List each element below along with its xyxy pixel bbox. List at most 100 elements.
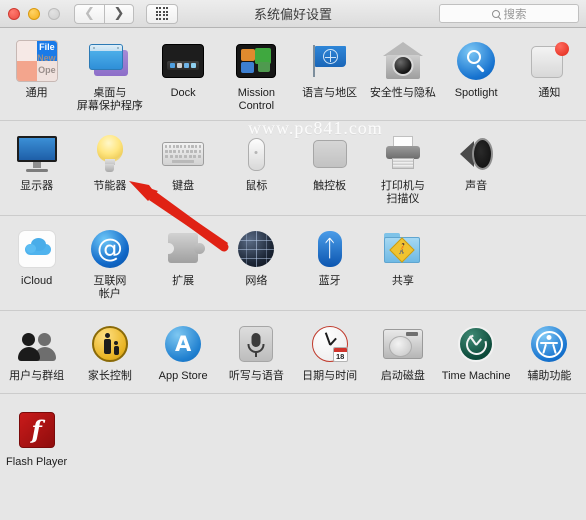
pane-accessibility[interactable]: 辅助功能 xyxy=(513,311,586,393)
notifications-icon xyxy=(527,39,571,83)
pane-label: 网络 xyxy=(245,275,268,287)
mission-control-icon xyxy=(234,39,278,83)
traffic-light-group xyxy=(8,7,60,20)
general-icon: File New Ope xyxy=(15,39,59,83)
pane-sharing[interactable]: 🚶 共享 xyxy=(366,216,439,310)
pane-keyboard[interactable]: 键盘 xyxy=(147,121,220,215)
extensions-icon xyxy=(161,227,206,271)
sound-icon xyxy=(454,132,498,176)
calendar-day-number: 18 xyxy=(335,352,345,361)
pane-sound[interactable]: 声音 xyxy=(440,121,513,215)
pane-label: 通知 xyxy=(538,87,561,99)
pane-mouse[interactable]: 鼠标 xyxy=(220,121,293,215)
pane-startup-disk[interactable]: 启动磁盘 xyxy=(366,311,439,393)
pane-row-2: 显示器 节能器 键盘 鼠标 触控板 打印机与 扫描仪 声音 xyxy=(0,121,586,216)
search-input[interactable]: 搜索 xyxy=(439,4,579,23)
pane-label: 键盘 xyxy=(172,180,195,192)
printers-scanners-icon xyxy=(381,132,425,176)
pane-time-machine[interactable]: Time Machine xyxy=(440,311,513,393)
pane-dictation-speech[interactable]: 听写与语音 xyxy=(220,311,293,393)
flash-player-icon: f xyxy=(15,408,59,452)
pane-extensions[interactable]: 扩展 xyxy=(147,216,220,310)
pane-mission-control[interactable]: Mission Control xyxy=(220,28,293,120)
minimize-button[interactable] xyxy=(28,7,40,20)
startup-disk-icon xyxy=(381,322,425,366)
pane-row-5: f Flash Player xyxy=(0,393,586,485)
pane-label: 启动磁盘 xyxy=(380,370,425,382)
users-groups-icon xyxy=(15,322,59,366)
chevron-left-icon: ❮ xyxy=(84,6,95,21)
pane-flash-player[interactable]: f Flash Player xyxy=(0,394,73,485)
keyboard-icon xyxy=(161,132,205,176)
pane-label: Flash Player xyxy=(6,455,68,468)
pane-label: Spotlight xyxy=(454,87,498,99)
pane-security-privacy[interactable]: 安全性与隐私 xyxy=(366,28,439,120)
pane-notifications[interactable]: 通知 xyxy=(513,28,586,120)
pane-label: 日期与时间 xyxy=(302,370,358,382)
pane-app-store[interactable]: A App Store xyxy=(147,311,220,393)
grid-dots-icon xyxy=(155,7,169,20)
pane-label: 触控板 xyxy=(313,180,347,192)
pane-label: 节能器 xyxy=(93,180,127,192)
desktop-screensaver-icon xyxy=(88,39,132,83)
pane-row-4: 用户与群组 家长控制 A App Store 听写与语音 18 日期与时间 启动… xyxy=(0,311,586,394)
system-preferences-window: ❮ ❯ 系统偏好设置 搜索 File New Ope 通用 桌面与 屏幕保护程序… xyxy=(0,0,586,520)
pane-label: 显示器 xyxy=(20,180,54,192)
pane-desktop-screensaver[interactable]: 桌面与 屏幕保护程序 xyxy=(73,28,146,120)
pane-icloud[interactable]: iCloud xyxy=(0,216,73,310)
pane-trackpad[interactable]: 触控板 xyxy=(293,121,366,215)
language-region-icon xyxy=(308,39,352,83)
pane-dock[interactable]: Dock xyxy=(147,28,220,120)
pane-label: 互联网 帐户 xyxy=(93,275,127,300)
pane-date-time[interactable]: 18 日期与时间 xyxy=(293,311,366,393)
pane-label: 声音 xyxy=(465,180,488,192)
pane-users-groups[interactable]: 用户与群组 xyxy=(0,311,73,393)
trackpad-icon xyxy=(308,132,352,176)
pane-energy-saver[interactable]: 节能器 xyxy=(73,121,146,215)
pane-label: App Store xyxy=(158,370,208,382)
pane-label: Time Machine xyxy=(441,370,511,382)
pane-printers-scanners[interactable]: 打印机与 扫描仪 xyxy=(366,121,439,215)
search-icon xyxy=(491,9,500,18)
pane-label: 听写与语音 xyxy=(228,370,284,382)
pane-label: 通用 xyxy=(25,87,48,99)
dock-icon xyxy=(161,39,205,83)
pane-label: 共享 xyxy=(391,275,414,287)
pane-displays[interactable]: 显示器 xyxy=(0,121,73,215)
window-titlebar: ❮ ❯ 系统偏好设置 搜索 xyxy=(0,0,586,28)
date-time-icon: 18 xyxy=(308,322,352,366)
pane-bluetooth[interactable]: ᛏ 蓝牙 xyxy=(293,216,366,310)
pane-spotlight[interactable]: Spotlight xyxy=(440,28,513,120)
pane-label: 辅助功能 xyxy=(527,370,572,382)
pane-row-3: iCloud @ 互联网 帐户 扩展 网络 ᛏ 蓝牙 🚶 共享 xyxy=(0,216,586,311)
app-store-icon: A xyxy=(161,322,205,366)
preference-panes-grid: File New Ope 通用 桌面与 屏幕保护程序 Dock Mission … xyxy=(0,28,586,484)
pane-label: 打印机与 扫描仪 xyxy=(380,180,425,205)
pane-label: Dock xyxy=(170,87,196,99)
sharing-icon: 🚶 xyxy=(381,227,425,271)
displays-icon xyxy=(15,132,59,176)
close-button[interactable] xyxy=(8,7,20,20)
forward-button[interactable]: ❯ xyxy=(104,3,134,24)
energy-saver-icon xyxy=(88,132,132,176)
pane-network[interactable]: 网络 xyxy=(220,216,293,310)
parental-controls-icon xyxy=(88,322,132,366)
zoom-button[interactable] xyxy=(48,7,60,20)
pane-label: 语言与地区 xyxy=(302,87,358,99)
back-button[interactable]: ❮ xyxy=(74,3,104,24)
accessibility-icon xyxy=(527,322,571,366)
show-all-button[interactable] xyxy=(146,3,178,24)
network-icon xyxy=(234,227,278,271)
icloud-icon xyxy=(15,227,59,271)
time-machine-icon xyxy=(454,322,498,366)
dictation-speech-icon xyxy=(234,322,278,366)
pane-label: 家长控制 xyxy=(87,370,132,382)
pane-internet-accounts[interactable]: @ 互联网 帐户 xyxy=(73,216,146,310)
security-privacy-icon xyxy=(381,39,425,83)
pane-label: 鼠标 xyxy=(245,180,268,192)
pane-general[interactable]: File New Ope 通用 xyxy=(0,28,73,120)
pane-row-1: File New Ope 通用 桌面与 屏幕保护程序 Dock Mission … xyxy=(0,28,586,121)
pane-language-region[interactable]: 语言与地区 xyxy=(293,28,366,120)
pane-label: 蓝牙 xyxy=(318,275,341,287)
pane-parental-controls[interactable]: 家长控制 xyxy=(73,311,146,393)
